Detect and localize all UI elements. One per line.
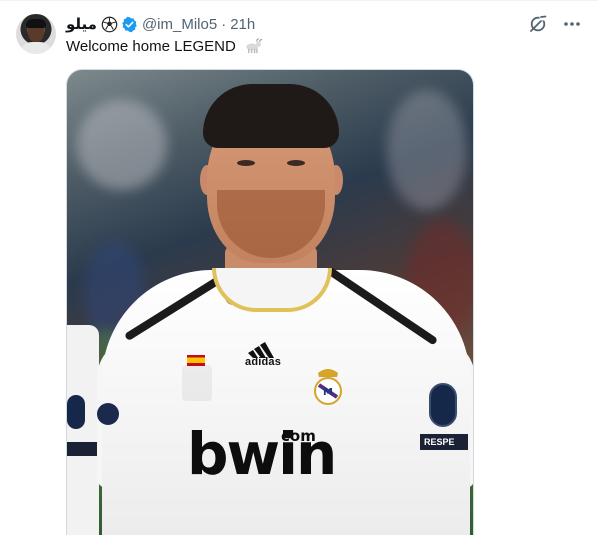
timeline-divider	[0, 0, 598, 1]
post-image[interactable]: adidas M RESPE bwin com	[66, 69, 474, 535]
svg-text:M: M	[323, 387, 333, 398]
soccer-ball-icon	[101, 16, 118, 32]
post-text: Welcome home LEGEND	[66, 37, 263, 57]
real-madrid-crest-icon: M	[314, 369, 342, 405]
separator: ·	[221, 15, 227, 33]
eye	[287, 160, 305, 166]
ucl-sleeve-badge-icon	[429, 383, 457, 427]
player-photo: adidas M RESPE bwin com	[67, 70, 473, 535]
avatar[interactable]	[16, 14, 56, 54]
ucl-starball-icon	[97, 403, 119, 425]
jersey-brand: adidas	[245, 356, 282, 368]
avatar-hair	[26, 19, 46, 28]
grok-icon[interactable]	[528, 14, 548, 34]
post-actions	[528, 14, 582, 34]
handle[interactable]: @im_Milo5	[142, 16, 217, 33]
hair	[203, 84, 339, 148]
post-header: ميلو @im_Milo5 · 21h	[66, 14, 255, 34]
sleeve-patch-text: RESPE	[420, 434, 468, 450]
verified-icon	[122, 16, 137, 32]
avatar-shirt	[20, 42, 52, 54]
more-icon[interactable]	[562, 14, 582, 34]
goat-emoji-icon	[246, 38, 263, 54]
eye	[237, 160, 255, 166]
display-name[interactable]: ميلو	[66, 15, 97, 33]
jersey-sponsor-suffix: com	[281, 427, 316, 445]
post-text-body: Welcome home LEGEND	[66, 38, 236, 55]
spain-flag-icon	[187, 355, 205, 366]
timestamp[interactable]: 21h	[230, 16, 255, 33]
jersey-patch	[182, 365, 212, 401]
